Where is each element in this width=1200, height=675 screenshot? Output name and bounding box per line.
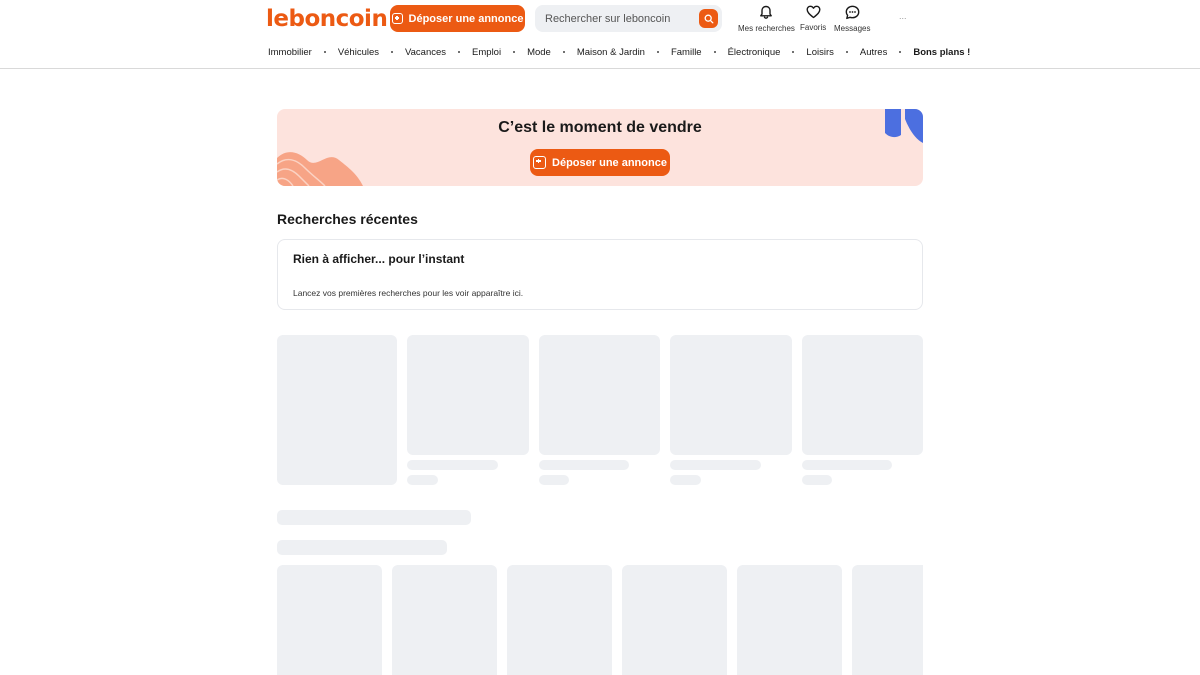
loading-skeleton-card [737,565,842,675]
empty-state-subtitle: Lancez vos premières recherches pour les… [293,288,524,298]
loading-skeleton-line [670,475,701,485]
category-loisirs[interactable]: Loisirs [806,47,833,58]
category-vacances[interactable]: Vacances [405,47,446,58]
loading-skeleton-heading [277,510,471,525]
empty-state-title: Rien à afficher... pour l’instant [293,252,465,266]
loading-skeleton-line [802,460,892,470]
nav-favorites-label: Favoris [800,23,827,32]
category-autres[interactable]: Autres [860,47,887,58]
loading-skeleton-line [539,460,629,470]
category-famille[interactable]: Famille [671,47,702,58]
post-ad-button-label: Déposer une annonce [408,12,524,25]
category-immobilier[interactable]: Immobilier [268,47,312,58]
loading-skeleton-card [507,565,612,675]
loading-skeleton-card [407,335,529,455]
nav-my-searches-label: Mes recherches [738,24,795,33]
loading-skeleton-heading [277,540,447,555]
leboncoin-logo[interactable]: leboncoin [266,6,388,32]
category-nav: Immobilier Véhicules Vacances Emploi Mod… [268,46,970,58]
category-vehicules[interactable]: Véhicules [338,47,379,58]
search-button[interactable] [699,9,718,28]
loading-skeleton-card [802,335,923,455]
wave-decoration [277,152,363,186]
loading-skeleton-line [670,460,761,470]
loading-skeleton-line [802,475,832,485]
banner-post-ad-label: Déposer une annonce [552,156,667,169]
loading-skeleton-card [622,565,727,675]
banner-title: C’est le moment de vendre [498,119,702,136]
separator-dot [713,51,716,53]
nav-messages[interactable]: Messages [834,5,870,33]
loading-skeleton-line [407,475,438,485]
separator-dot [323,51,326,53]
loading-skeleton-line [539,475,569,485]
nav-my-searches[interactable]: Mes recherches [738,5,795,33]
search-bar [535,5,722,32]
category-bons-plans[interactable]: Bons plans ! [913,47,970,58]
separator-dot [562,51,565,53]
banner-post-ad-button[interactable]: Déposer une annonce [530,149,670,176]
chat-bubble-icon [845,5,860,20]
category-electronique[interactable]: Électronique [728,47,781,58]
recent-searches-title: Recherches récentes [277,211,418,227]
plus-square-icon [533,156,547,169]
bell-icon [760,5,773,19]
nav-messages-label: Messages [834,24,871,33]
category-maison-jardin[interactable]: Maison & Jardin [577,47,645,58]
separator-dot [391,51,394,53]
post-ad-button[interactable]: Déposer une annonce [390,5,525,32]
category-emploi[interactable]: Emploi [472,47,501,58]
separator-dot [845,51,848,53]
separator-dot [899,51,902,53]
loading-skeleton-card [392,565,497,675]
sell-banner: C’est le moment de vendre Déposer une an… [277,109,923,186]
avatar-placeholder[interactable]: ... [899,11,907,21]
loading-skeleton-card [670,335,792,455]
loading-skeleton-card [277,565,382,675]
loading-skeleton-card [539,335,660,455]
search-icon [704,14,713,23]
plus-square-icon [391,13,403,24]
recent-searches-empty-card: Rien à afficher... pour l’instant Lancez… [277,239,923,310]
separator-dot [458,51,461,53]
header: leboncoin Déposer une annonce Mes recher… [0,0,1200,69]
heart-icon [806,5,821,19]
category-mode[interactable]: Mode [527,47,551,58]
separator-dot [513,51,516,53]
loading-skeleton-card [277,335,397,485]
loading-skeleton-card [852,565,923,675]
separator-dot [792,51,795,53]
loading-skeleton-line [407,460,498,470]
separator-dot [656,51,659,53]
search-input[interactable] [545,5,695,32]
nav-favorites[interactable]: Favoris [800,5,826,32]
